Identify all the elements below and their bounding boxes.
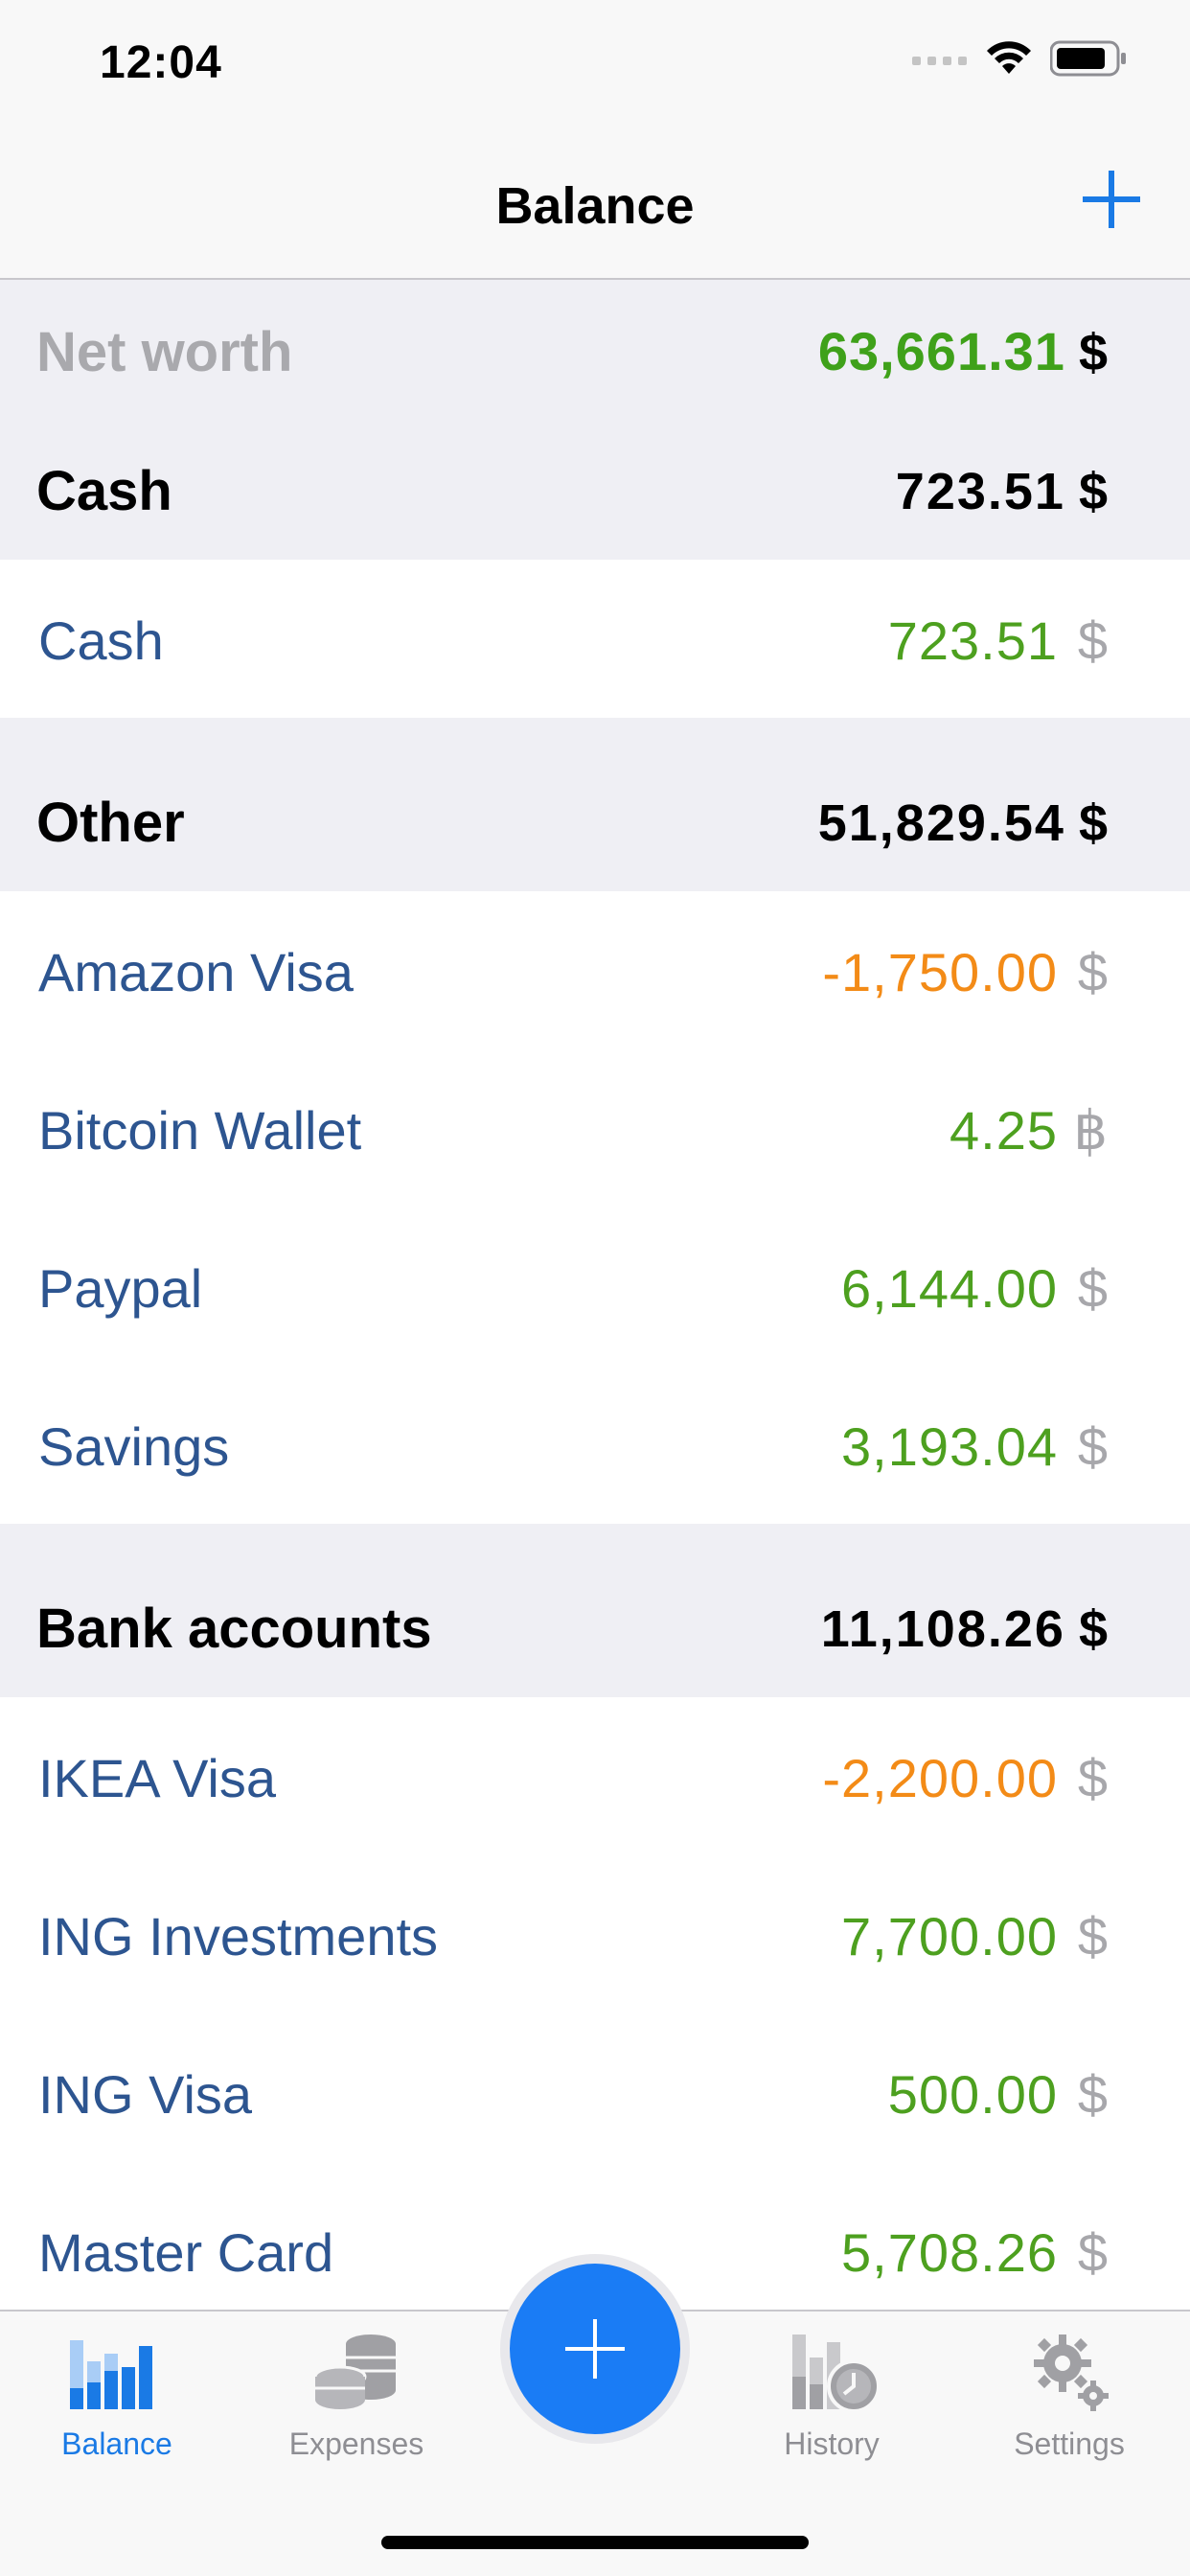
account-name: IKEA Visa: [38, 1748, 277, 1808]
section-header-other[interactable]: Other 51,829.54 $: [0, 732, 1190, 891]
account-amount: 6,144.00: [841, 1258, 1058, 1319]
tab-label: Settings: [1014, 2426, 1125, 2461]
account-row-ing-investments[interactable]: ING Investments 7,700.00 $: [0, 1855, 1190, 2013]
account-amount: 4.25: [950, 1100, 1058, 1161]
page-title: Balance: [495, 177, 695, 235]
section-gap: [0, 718, 1190, 732]
account-amount: 7,700.00: [841, 1906, 1058, 1966]
account-name: Savings: [38, 1416, 230, 1477]
account-currency: $: [1077, 1416, 1108, 1477]
add-account-button[interactable]: [1081, 169, 1142, 230]
history-icon: [792, 2334, 881, 2413]
tab-history[interactable]: History: [726, 2329, 937, 2462]
account-amount: 3,193.04: [841, 1416, 1058, 1477]
tab-expenses[interactable]: Expenses: [251, 2329, 462, 2462]
section-currency: $: [1078, 463, 1108, 520]
account-row-bitcoin-wallet[interactable]: Bitcoin Wallet 4.25 ฿: [0, 1049, 1190, 1208]
tab-label: History: [784, 2426, 880, 2461]
status-icons: [912, 40, 1127, 77]
account-name: ING Investments: [38, 1906, 439, 1966]
coins-icon: [313, 2334, 396, 2409]
account-currency: $: [1077, 610, 1108, 671]
account-amount: -1,750.00: [822, 942, 1058, 1002]
section-total-group: 51,829.54 $: [818, 794, 1108, 853]
account-currency: $: [1077, 2222, 1108, 2283]
account-currency: $: [1077, 2064, 1108, 2125]
battery-icon: [1050, 40, 1126, 77]
navigation-bar: Balance: [0, 126, 1190, 280]
home-indicator: [381, 2536, 809, 2549]
section-title: Bank accounts: [36, 1598, 432, 1660]
account-amount: -2,200.00: [822, 1748, 1058, 1808]
account-name: Cash: [38, 610, 164, 671]
section-header-cash[interactable]: Cash 723.51 $: [0, 418, 1190, 560]
account-row-cash[interactable]: Cash 723.51 $: [0, 560, 1190, 718]
account-currency: $: [1077, 1258, 1108, 1319]
signal-icon: [912, 57, 967, 65]
account-currency: $: [1077, 942, 1108, 1002]
section-gap: [0, 1524, 1190, 1538]
plus-icon: [565, 2319, 625, 2379]
account-name: Paypal: [38, 1258, 203, 1319]
account-currency: $: [1077, 1748, 1108, 1808]
status-bar: 12:04: [0, 0, 1190, 126]
tab-settings[interactable]: Settings: [964, 2329, 1175, 2462]
account-name: ING Visa: [38, 2064, 253, 2125]
tab-label: Expenses: [288, 2426, 424, 2461]
account-row-amazon-visa[interactable]: Amazon Visa -1,750.00 $: [0, 891, 1190, 1049]
section-currency: $: [1078, 1600, 1108, 1658]
balance-list: Net worth 63,661.31 $ Cash 723.51 $ Cash…: [0, 280, 1190, 2330]
net-worth-value: 63,661.31: [817, 321, 1065, 381]
net-worth-row: Net worth 63,661.31 $: [0, 280, 1190, 418]
account-currency: ฿: [1073, 1100, 1108, 1161]
section-total: 11,108.26: [820, 1600, 1065, 1658]
account-name: Amazon Visa: [38, 942, 354, 1002]
section-total-group: 723.51 $: [896, 462, 1108, 521]
section-total-group: 11,108.26 $: [821, 1599, 1108, 1659]
section-total: 51,829.54: [817, 794, 1065, 852]
section-title: Cash: [36, 460, 172, 522]
account-row-savings[interactable]: Savings 3,193.04 $: [0, 1366, 1190, 1524]
wifi-icon: [987, 41, 1031, 74]
section-header-bank-accounts[interactable]: Bank accounts 11,108.26 $: [0, 1538, 1190, 1697]
section-currency: $: [1078, 794, 1108, 852]
account-row-ikea-visa[interactable]: IKEA Visa -2,200.00 $: [0, 1697, 1190, 1855]
gear-icon: [1034, 2334, 1109, 2411]
tab-label: Balance: [61, 2426, 172, 2461]
account-row-paypal[interactable]: Paypal 6,144.00 $: [0, 1208, 1190, 1366]
net-worth-value-group: 63,661.31 $: [818, 320, 1108, 382]
bar-chart-icon: [70, 2340, 152, 2409]
account-amount: 500.00: [887, 2064, 1058, 2125]
account-row-ing-visa[interactable]: ING Visa 500.00 $: [0, 2013, 1190, 2172]
net-worth-label: Net worth: [36, 321, 293, 383]
tab-balance[interactable]: Balance: [11, 2329, 222, 2462]
account-amount: 5,708.26: [841, 2222, 1058, 2283]
status-time: 12:04: [100, 37, 222, 88]
account-name: Master Card: [38, 2222, 334, 2283]
account-amount: 723.51: [887, 610, 1058, 671]
add-transaction-button[interactable]: [510, 2264, 680, 2434]
account-currency: $: [1077, 1906, 1108, 1966]
account-name: Bitcoin Wallet: [38, 1100, 362, 1161]
section-title: Other: [36, 792, 185, 854]
section-total: 723.51: [895, 463, 1065, 520]
net-worth-currency: $: [1078, 324, 1108, 381]
